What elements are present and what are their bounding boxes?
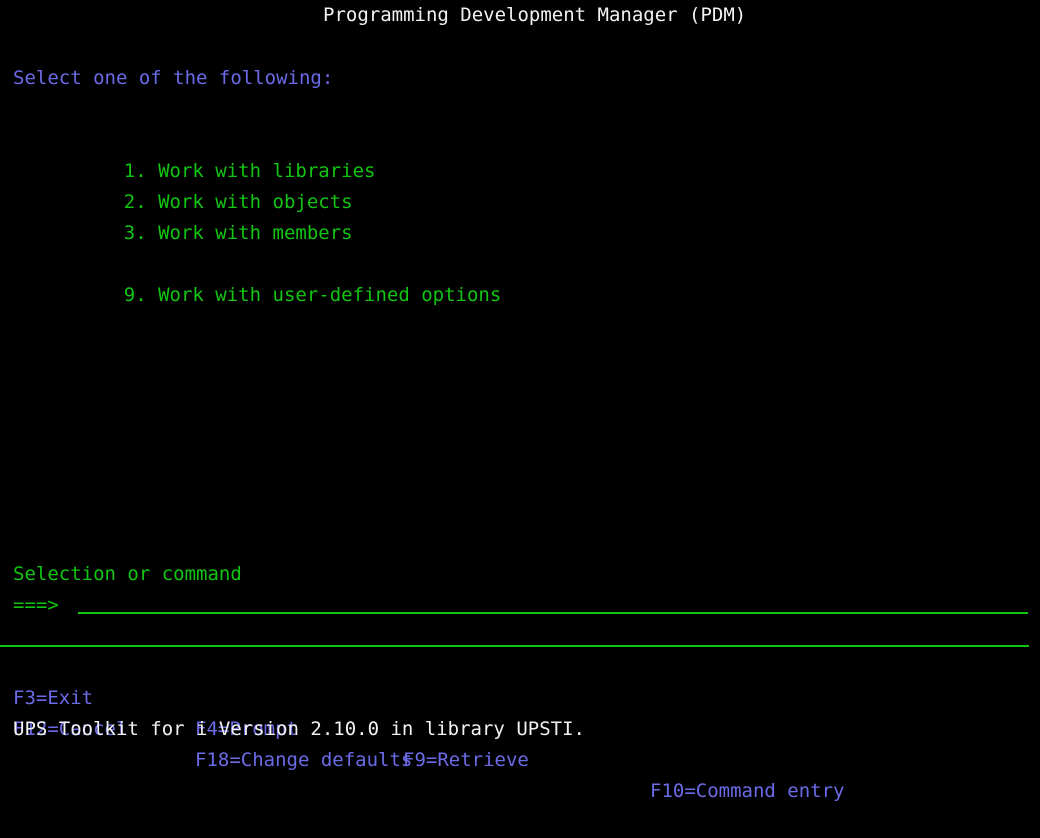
selection-label: Selection or command bbox=[13, 563, 242, 585]
page-title: Programming Development Manager (PDM) bbox=[323, 4, 747, 26]
command-arrow: ===> bbox=[13, 594, 59, 616]
menu-item-9-label: Work with user-defined options bbox=[158, 284, 502, 306]
function-key-f18[interactable]: F18=Change defaults bbox=[195, 745, 412, 776]
menu-item-1[interactable]: 1. Work with libraries bbox=[0, 125, 1040, 182]
prompt-heading: Select one of the following: bbox=[13, 67, 334, 89]
function-key-f10[interactable]: F10=Command entry bbox=[650, 776, 844, 807]
menu-item-9-number: 9. bbox=[123, 284, 147, 306]
menu-item-3[interactable]: 3. Work with members bbox=[0, 187, 1040, 244]
function-key-row-2: F12=Cancel F18=Change defaults bbox=[0, 683, 1040, 771]
terminal-screen: Programming Development Manager (PDM) Se… bbox=[0, 0, 1040, 802]
menu-item-2[interactable]: 2. Work with objects bbox=[0, 156, 1040, 213]
menu-item-3-number: 3. bbox=[123, 222, 147, 244]
menu-item-9[interactable]: 9. Work with user-defined options bbox=[0, 249, 1040, 306]
command-input-underline bbox=[78, 612, 1028, 614]
menu-item-9-spacer bbox=[147, 284, 158, 306]
status-message: UPS Toolkit for i Version 2.10.0 in libr… bbox=[13, 718, 585, 740]
function-key-f9[interactable]: F9=Retrieve bbox=[403, 745, 529, 776]
menu-item-3-spacer bbox=[147, 222, 158, 244]
separator-rule bbox=[0, 645, 1029, 647]
menu-item-3-label: Work with members bbox=[158, 222, 353, 244]
function-key-row-1: F3=Exit F4=Prompt F9=Retrieve F10=Comman… bbox=[0, 652, 1040, 802]
